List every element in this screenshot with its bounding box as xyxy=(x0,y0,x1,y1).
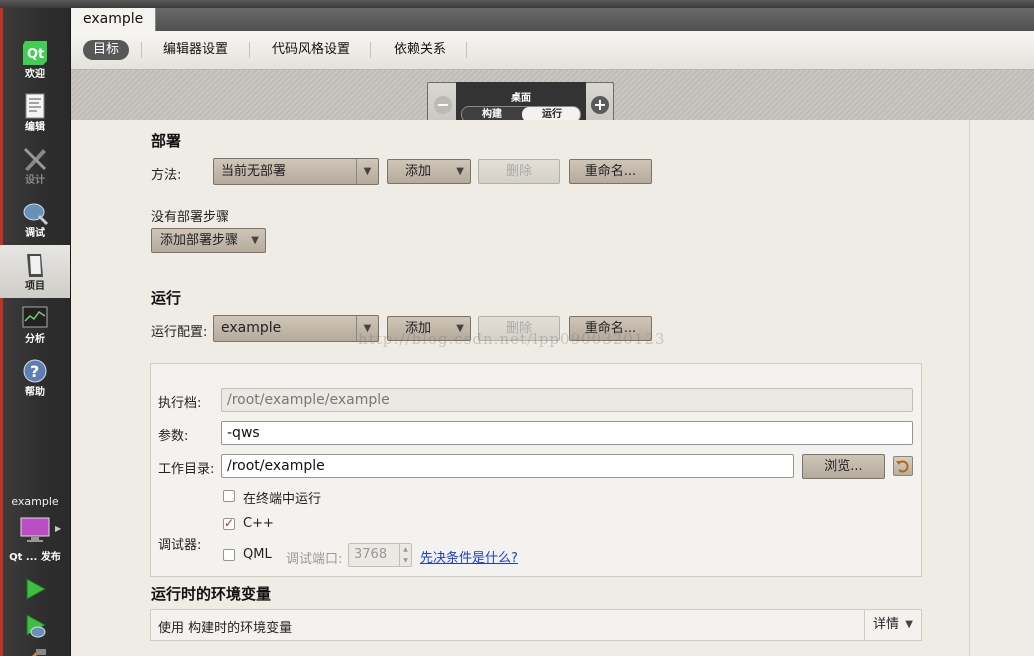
arguments-label: 参数: xyxy=(158,429,189,444)
prerequisites-link[interactable]: 先决条件是什么? xyxy=(420,547,518,566)
target-title: 桌面 xyxy=(511,93,531,104)
tab-targets[interactable]: 目标 xyxy=(83,40,130,60)
qt-logo-icon: Qt xyxy=(23,41,47,65)
help-icon: ? xyxy=(23,359,47,383)
arguments-input[interactable]: -qws xyxy=(221,421,913,445)
mode-edit[interactable]: 编辑 xyxy=(0,86,70,139)
mode-projects-label: 项目 xyxy=(25,281,45,292)
executable-label: 执行档: xyxy=(158,396,202,411)
bug-icon xyxy=(23,203,49,226)
debug-port-spinbox[interactable]: 3768 ▲ ▼ xyxy=(348,543,412,567)
mode-welcome-label: 欢迎 xyxy=(25,69,45,80)
mode-help[interactable]: ? 帮助 xyxy=(0,351,70,404)
deploy-remove-button[interactable]: 删除 xyxy=(478,159,560,184)
run-config-value: example xyxy=(221,320,282,336)
mode-sidebar: Qt 欢迎 编辑 设计 调试 项目 分析 ? 帮助 example ▶ Qt .… xyxy=(0,8,71,656)
env-heading: 运行时的环境变量 xyxy=(151,585,272,603)
tab-separator xyxy=(370,42,371,58)
mode-analyze-label: 分析 xyxy=(25,334,45,345)
tab-dependencies[interactable]: 依赖关系 xyxy=(384,40,456,60)
mode-design-label: 设计 xyxy=(25,175,45,186)
mode-debug[interactable]: 调试 xyxy=(0,192,70,245)
run-config-combo[interactable]: example ▼ xyxy=(213,315,379,342)
mode-welcome[interactable]: Qt 欢迎 xyxy=(0,33,70,86)
tab-separator xyxy=(466,42,467,58)
chevron-down-icon: ▼ xyxy=(251,235,259,246)
debug-run-icon[interactable] xyxy=(22,612,48,640)
chevron-down-icon: ▼ xyxy=(905,619,913,630)
working-dir-input[interactable]: /root/example xyxy=(221,454,794,478)
browse-button[interactable]: 浏览... xyxy=(802,454,885,479)
document-tab-bar: example xyxy=(71,8,1034,31)
deploy-heading: 部署 xyxy=(151,132,182,150)
deploy-add-button[interactable]: 添加 ▼ xyxy=(387,159,471,184)
remove-target-icon[interactable]: − xyxy=(434,96,452,114)
cpp-label: C++ xyxy=(243,516,274,531)
add-deploy-step-button[interactable]: 添加部署步骤 ▼ xyxy=(151,228,266,253)
tab-separator xyxy=(249,42,250,58)
working-dir-label: 工作目录: xyxy=(158,462,215,477)
run-in-terminal-label: 在终端中运行 xyxy=(243,492,322,507)
mode-design[interactable]: 设计 xyxy=(0,139,70,192)
svg-text:?: ? xyxy=(30,362,39,381)
deploy-rename-button[interactable]: 重命名... xyxy=(569,159,652,184)
debug-port-label: 调试端口: xyxy=(286,552,343,567)
debug-port-value: 3768 xyxy=(354,547,388,562)
run-in-terminal-checkbox[interactable] xyxy=(223,490,235,502)
analyze-icon xyxy=(22,306,48,328)
executable-field: /root/example/example xyxy=(221,388,913,412)
kit-caret-icon[interactable]: ▶ xyxy=(55,524,61,533)
chevron-down-icon: ▼ xyxy=(456,166,464,177)
svg-text:Qt: Qt xyxy=(27,47,44,62)
undo-icon xyxy=(896,460,909,473)
window-top-strip xyxy=(0,0,1034,8)
doc-tab-example[interactable]: example xyxy=(71,8,157,31)
kit-project-name: example xyxy=(11,495,59,508)
build-hammer-icon[interactable] xyxy=(24,648,48,656)
debugger-label: 调试器: xyxy=(158,538,202,553)
tab-separator xyxy=(141,42,142,58)
env-details-label: 详情 xyxy=(873,617,900,632)
mode-projects[interactable]: 项目 xyxy=(0,245,70,298)
run-config-label: 运行配置: xyxy=(151,325,208,340)
env-summary-text: 使用 构建时的环境变量 xyxy=(158,621,293,636)
reset-dir-button[interactable] xyxy=(893,456,913,476)
project-subtab-bar: 目标 编辑器设置 代码风格设置 依赖关系 xyxy=(71,31,1034,70)
run-heading: 运行 xyxy=(151,289,182,307)
add-target-icon[interactable]: + xyxy=(591,96,609,114)
spin-arrows-icon[interactable]: ▲ ▼ xyxy=(399,544,411,566)
tab-code-style[interactable]: 代码风格设置 xyxy=(262,40,360,60)
right-margin xyxy=(969,120,1034,656)
qml-label: QML xyxy=(243,547,272,562)
deploy-add-label: 添加 xyxy=(405,164,432,179)
mode-edit-label: 编辑 xyxy=(25,122,45,133)
mode-debug-label: 调试 xyxy=(25,228,45,239)
monitor-icon[interactable] xyxy=(19,516,51,544)
env-details-button[interactable]: 详情 ▼ xyxy=(864,610,921,640)
cpp-debugger-checkbox[interactable] xyxy=(223,516,235,530)
deploy-method-combo[interactable]: 当前无部署 ▼ xyxy=(213,158,379,185)
design-icon xyxy=(23,147,47,171)
deploy-method-label: 方法: xyxy=(151,168,182,183)
project-icon xyxy=(27,254,43,277)
run-icon[interactable] xyxy=(22,576,48,602)
add-deploy-step-label: 添加部署步骤 xyxy=(160,233,239,248)
kit-build-config: Qt ... 发布 xyxy=(9,552,61,563)
mode-analyze[interactable]: 分析 xyxy=(0,298,70,351)
qml-debugger-checkbox[interactable] xyxy=(223,549,235,561)
chevron-down-icon: ▼ xyxy=(356,159,378,184)
document-icon xyxy=(25,93,45,119)
tab-editor-settings[interactable]: 编辑器设置 xyxy=(153,40,238,60)
watermark: http://blog.csdn.net/lpp0900320123 xyxy=(358,330,666,348)
mode-help-label: 帮助 xyxy=(25,387,45,398)
deploy-method-value: 当前无部署 xyxy=(221,164,287,179)
no-deploy-steps-label: 没有部署步骤 xyxy=(151,210,230,225)
